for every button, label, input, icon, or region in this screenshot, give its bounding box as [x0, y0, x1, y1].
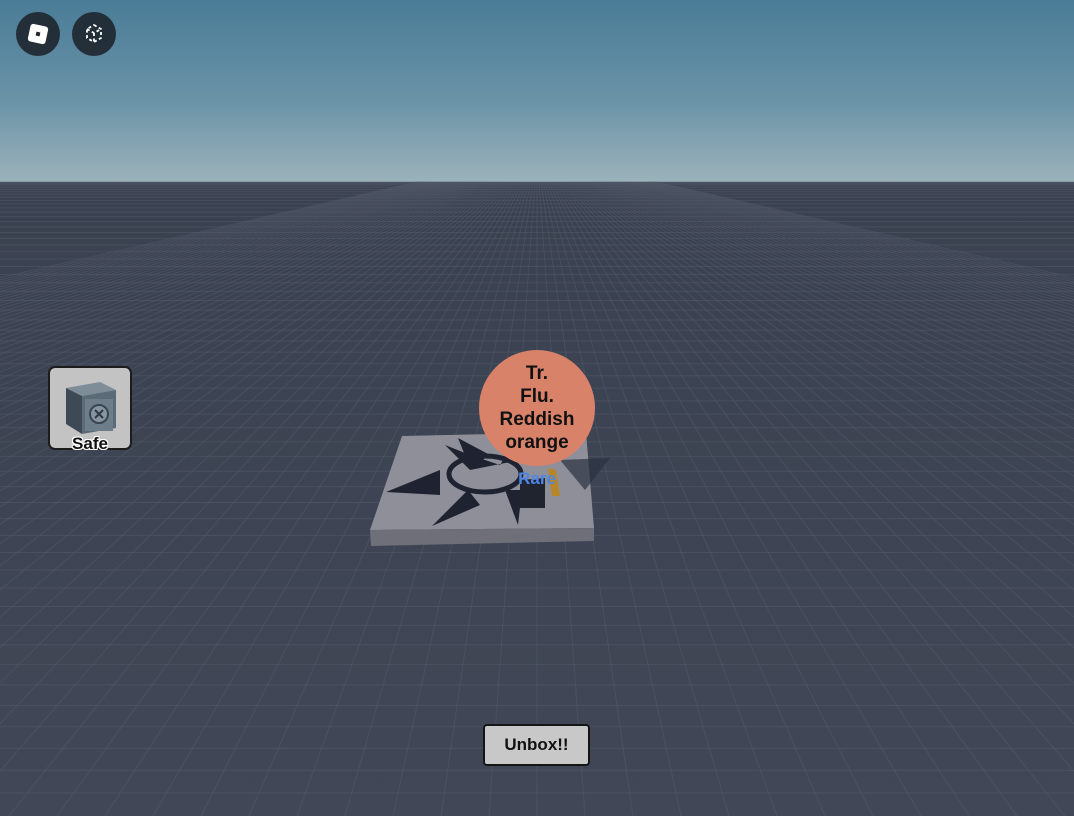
roblox-logo-icon: [27, 23, 49, 45]
safe-button[interactable]: Safe: [48, 366, 132, 453]
game-viewport[interactable]: Safe Tr. Flu. Reddish orange Rare Unbox!…: [0, 0, 1074, 816]
roblox-menu-button[interactable]: [16, 12, 60, 56]
unbox-button[interactable]: Unbox!!: [483, 724, 590, 766]
item-name-line: Tr.: [525, 363, 549, 384]
item-name-line: Reddish: [499, 409, 575, 430]
item-name: Tr. Flu. Reddish orange: [500, 362, 575, 454]
camera-select-button[interactable]: [72, 12, 116, 56]
safe-label: Safe: [72, 434, 108, 453]
item-name-line: Flu.: [520, 386, 554, 407]
safe-icon: [66, 382, 116, 434]
item-name-line: orange: [505, 432, 569, 453]
camera-select-icon: [86, 23, 102, 44]
rarity-label: Rare: [518, 469, 556, 488]
item-color-bubble: Tr. Flu. Reddish orange: [479, 350, 595, 466]
